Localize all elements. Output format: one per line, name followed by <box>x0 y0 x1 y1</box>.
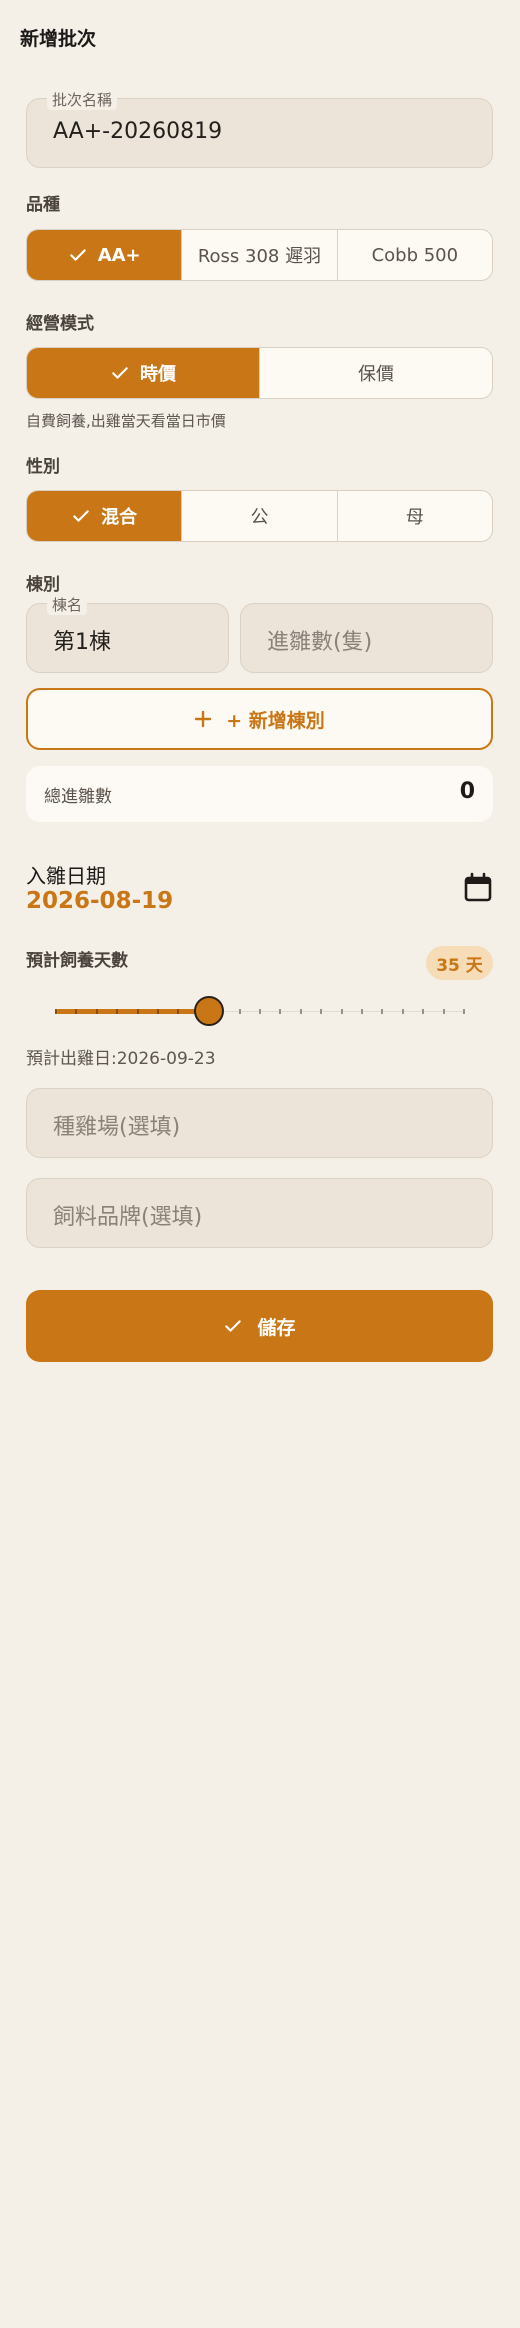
raise-days-slider[interactable] <box>55 996 465 1026</box>
chick-date-value[interactable]: 2026-08-19 <box>26 888 173 914</box>
sex-selector[interactable]: 混合 公 母 <box>26 490 493 542</box>
mode-option-label: 保價 <box>358 364 394 385</box>
hatchery-placeholder: 種雞場(選填) <box>53 1115 181 1140</box>
sex-option-male[interactable]: 公 <box>181 491 336 541</box>
save-button[interactable]: 儲存 <box>26 1290 493 1362</box>
house-name-field[interactable]: 棟名 第1棟 <box>26 594 229 673</box>
slider-tick <box>381 1009 384 1014</box>
house-label: 棟別 <box>26 575 60 595</box>
batch-name-value[interactable]: AA+-20260819 <box>53 119 222 144</box>
mode-label: 經營模式 <box>26 314 94 334</box>
raise-days-badge: 35 天 <box>426 946 493 980</box>
mode-option-label: 時價 <box>140 364 176 385</box>
chick-date-label: 入雛日期 <box>26 864 106 888</box>
breed-selector[interactable]: AA+ Ross 308 遲羽 Cobb 500 <box>26 229 493 281</box>
total-chicks-value: 0 <box>459 779 475 804</box>
slider-tick <box>259 1009 261 1014</box>
hatchery-input[interactable]: 種雞場(選填) <box>26 1088 493 1158</box>
feed-brand-input[interactable]: 飼料品牌(選填) <box>26 1178 493 1248</box>
batch-name-field[interactable]: 批次名稱 AA+-20260819 <box>26 89 493 168</box>
mode-hint: 自費飼養,出雞當天看當日市價 <box>26 412 226 430</box>
add-house-label: + 新增棟別 <box>226 709 325 732</box>
total-chicks-card: 總進雛數 0 <box>26 766 493 822</box>
slider-tick <box>442 1009 445 1014</box>
slider-tick <box>340 1009 343 1014</box>
slider-tick <box>136 1009 139 1014</box>
slider-tick <box>177 1009 180 1014</box>
total-chicks-label: 總進雛數 <box>44 787 112 807</box>
sex-label: 性別 <box>26 457 60 477</box>
batch-name-label: 批次名稱 <box>47 89 118 110</box>
slider-tick <box>320 1009 323 1014</box>
slider-tick <box>157 1009 159 1014</box>
breed-option-label: AA+ <box>97 244 141 266</box>
breed-option-cobb-500[interactable]: Cobb 500 <box>336 230 492 280</box>
breed-option-label: Cobb 500 <box>371 244 459 266</box>
slider-tick <box>75 1009 78 1014</box>
slider-tick <box>299 1009 302 1014</box>
sex-option-mixed[interactable]: 混合 <box>27 491 182 541</box>
check-icon <box>225 1320 242 1332</box>
calendar-icon[interactable] <box>462 872 494 904</box>
feed-brand-placeholder: 飼料品牌(選填) <box>53 1205 203 1230</box>
mode-option-guaranteed-price[interactable]: 保價 <box>259 348 492 398</box>
check-icon <box>112 367 128 379</box>
slider-tick <box>401 1009 404 1014</box>
slider-tick <box>116 1009 119 1014</box>
add-house-button[interactable]: + 新增棟別 <box>26 688 493 750</box>
slider-tick <box>238 1009 241 1014</box>
chick-count-input[interactable]: 進雛數(隻) <box>240 603 493 673</box>
page-title: 新增批次 <box>20 28 97 50</box>
sex-option-label: 混合 <box>101 507 138 528</box>
house-name-value[interactable]: 第1棟 <box>53 624 111 656</box>
sex-option-label: 母 <box>405 507 424 528</box>
breed-label: 品種 <box>26 195 60 215</box>
plus-icon <box>195 710 212 728</box>
house-name-label: 棟名 <box>47 594 88 615</box>
slider-tick <box>422 1009 425 1014</box>
slider-tick <box>463 1009 465 1014</box>
slider-track-filled <box>56 1009 209 1014</box>
breed-option-label: Ross 308 遲羽 <box>197 246 322 267</box>
sex-option-label: 公 <box>250 507 269 528</box>
slider-tick <box>55 1009 57 1014</box>
check-icon <box>69 249 86 261</box>
breed-option-aa-plus[interactable]: AA+ <box>27 230 182 280</box>
slider-tick <box>95 1009 98 1014</box>
raise-days-label: 預計飼養天數 <box>26 951 128 971</box>
slider-thumb[interactable] <box>194 996 224 1026</box>
check-icon <box>73 510 89 522</box>
save-label: 儲存 <box>257 1316 296 1339</box>
out-date-text: 預計出雞日:2026-09-23 <box>26 1049 216 1069</box>
slider-tick <box>279 1009 282 1014</box>
slider-tick <box>361 1009 363 1014</box>
breed-option-ross-308[interactable]: Ross 308 遲羽 <box>181 230 336 280</box>
mode-selector[interactable]: 時價 保價 <box>26 347 493 399</box>
mode-option-market-price[interactable]: 時價 <box>27 348 259 398</box>
sex-option-female[interactable]: 母 <box>336 491 492 541</box>
slider-track-empty <box>209 1011 464 1012</box>
chick-count-placeholder: 進雛數(隻) <box>267 630 373 655</box>
